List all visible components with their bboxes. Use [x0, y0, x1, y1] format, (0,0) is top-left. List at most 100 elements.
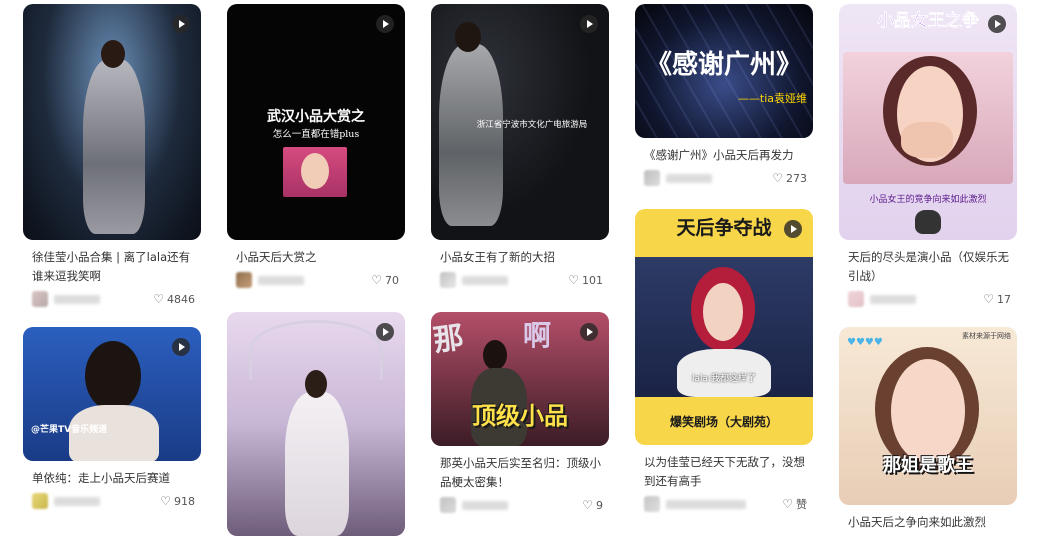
avatar[interactable] — [32, 291, 48, 307]
like-count[interactable]: ♡ 17 — [983, 292, 1011, 306]
video-thumbnail[interactable]: 素材来源于网络 ♥♥♥♥ 那姐是歌王 — [839, 327, 1017, 505]
hearts-decor: ♥♥♥♥ — [847, 337, 883, 348]
play-icon — [580, 323, 598, 341]
like-count[interactable]: ♡ 赞 — [782, 496, 807, 512]
video-card[interactable]: 那 啊 顶级小品 那英小品天后实至名归：顶级小品梗太密集！ ♡ 9 — [431, 312, 609, 515]
video-title[interactable]: 以为佳莹已经天下无敌了，没想到还有高手 — [635, 453, 813, 491]
video-thumbnail[interactable]: 天后争夺战 lala:我都这样了 爆笑剧场（大剧苑） — [635, 209, 813, 445]
hand-shape — [901, 122, 953, 158]
overlay-subtitle: 怎么一直都在错plus — [272, 129, 360, 140]
username[interactable] — [54, 294, 100, 304]
video-card[interactable]: @芒果TV音乐频道 单依纯：走上小品天后赛道 ♡ 918 — [23, 327, 201, 511]
avatar[interactable] — [440, 497, 456, 513]
play-icon — [376, 323, 394, 341]
video-thumbnail[interactable]: 小品女王之争 小品女王的竞争向来如此激烈 — [839, 4, 1017, 240]
video-thumbnail[interactable]: 那 啊 顶级小品 — [431, 312, 609, 446]
like-count[interactable]: ♡ 4846 — [153, 292, 195, 306]
video-title[interactable]: 单依纯：走上小品天后赛道 — [23, 469, 201, 488]
video-title[interactable]: 《感谢广州》小品天后再发力 — [635, 146, 813, 165]
video-title[interactable]: 那英小品天后实至名归：顶级小品梗太密集！ — [431, 454, 609, 492]
username[interactable] — [462, 275, 508, 285]
video-title[interactable]: 天后的尽头是演小品（仅娱乐无引战） — [839, 248, 1017, 286]
face-icon — [301, 153, 329, 189]
performer-head — [85, 341, 141, 411]
overlay-title: 顶级小品 — [472, 402, 568, 430]
play-icon — [172, 338, 190, 356]
performer-head — [305, 370, 327, 398]
username[interactable] — [462, 500, 508, 510]
video-title[interactable]: 小品天后大赏之 — [227, 248, 405, 267]
video-thumbnail[interactable]: 武汉小品大赏之 怎么一直都在错plus — [227, 4, 405, 240]
overlay-tag: 啊 — [522, 319, 551, 352]
heart-icon: ♡ — [160, 494, 171, 508]
video-thumbnail[interactable] — [227, 312, 405, 536]
overlay-bottom-title: 爆笑剧场（大剧苑） — [669, 415, 778, 429]
heart-icon: ♡ — [568, 273, 579, 287]
channel-logo: @芒果TV音乐频道 — [31, 425, 108, 435]
video-card[interactable]: 武汉小品大赏之 怎么一直都在错plus 小品天后大赏之 ♡ 70 — [227, 4, 405, 290]
heart-icon: ♡ — [371, 273, 382, 287]
performer-face — [703, 283, 743, 341]
performer-figure — [439, 44, 503, 226]
heart-icon: ♡ — [772, 171, 783, 185]
video-card[interactable]: 徐佳莹小品合集 | 离了lala还有谁来逗我笑啊 ♡ 4846 — [23, 4, 201, 309]
overlay-caption: 小品女王的竞争向来如此激烈 — [869, 195, 987, 205]
avatar[interactable] — [644, 496, 660, 512]
play-icon — [172, 15, 190, 33]
heart-icon: ♡ — [153, 292, 164, 306]
overlay-title: 《感谢广州》 — [645, 50, 802, 80]
face-inset — [283, 147, 347, 197]
username[interactable] — [870, 294, 916, 304]
video-title[interactable]: 小品天后之争向来如此激烈 — [839, 513, 1017, 532]
video-thumbnail[interactable]: 浙江省宁波市文化广电旅游局 — [431, 4, 609, 240]
overlay-title: 那姐是歌王 — [883, 455, 973, 476]
username[interactable] — [666, 499, 746, 509]
like-count[interactable]: ♡ 101 — [568, 273, 603, 287]
like-count[interactable]: ♡ 273 — [772, 171, 807, 185]
video-card[interactable]: 《感谢广州》 ——tia袁娅维 《感谢广州》小品天后再发力 ♡ 273 — [635, 4, 813, 188]
video-thumbnail[interactable] — [23, 4, 201, 240]
play-icon — [376, 15, 394, 33]
video-card[interactable] — [227, 312, 405, 536]
username[interactable] — [258, 275, 304, 285]
video-thumbnail[interactable]: @芒果TV音乐频道 — [23, 327, 201, 461]
heart-icon: ♡ — [582, 498, 593, 512]
video-card[interactable]: 浙江省宁波市文化广电旅游局 小品女王有了新的大招 ♡ 101 — [431, 4, 609, 290]
username[interactable] — [54, 496, 100, 506]
performer-figure — [285, 392, 349, 536]
avatar[interactable] — [32, 493, 48, 509]
cat-sticker — [915, 210, 941, 234]
video-card[interactable]: 小品女王之争 小品女王的竞争向来如此激烈 天后的尽头是演小品（仅娱乐无引战） ♡… — [839, 4, 1017, 309]
performer-head — [483, 340, 507, 370]
overlay-title: 武汉小品大赏之 — [267, 109, 365, 125]
overlay-corner: 素材来源于网络 — [962, 332, 1011, 340]
scene-image — [843, 52, 1013, 184]
avatar[interactable] — [848, 291, 864, 307]
username[interactable] — [666, 173, 712, 183]
like-count[interactable]: ♡ 918 — [160, 494, 195, 508]
performer-head — [455, 22, 481, 52]
heart-icon: ♡ — [782, 497, 793, 511]
video-thumbnail[interactable]: 《感谢广州》 ——tia袁娅维 — [635, 4, 813, 138]
scene-image: lala:我都这样了 — [635, 257, 813, 397]
video-title[interactable]: 小品女王有了新的大招 — [431, 248, 609, 267]
video-card[interactable]: 素材来源于网络 ♥♥♥♥ 那姐是歌王 小品天后之争向来如此激烈 — [839, 327, 1017, 532]
video-card[interactable]: 天后争夺战 lala:我都这样了 爆笑剧场（大剧苑） 以为佳莹已经天下无敌了，没… — [635, 209, 813, 514]
play-icon — [988, 15, 1006, 33]
overlay-subtitle: ——tia袁娅维 — [737, 92, 807, 105]
overlay-caption: lala:我都这样了 — [691, 374, 757, 384]
play-icon — [784, 220, 802, 238]
like-count[interactable]: ♡ 9 — [582, 498, 603, 512]
play-icon — [580, 15, 598, 33]
performer-head — [101, 40, 125, 68]
avatar[interactable] — [644, 170, 660, 186]
heart-icon: ♡ — [983, 292, 994, 306]
avatar[interactable] — [236, 272, 252, 288]
like-count[interactable]: ♡ 70 — [371, 273, 399, 287]
performer-face — [891, 359, 965, 463]
performer-figure — [83, 59, 145, 234]
overlay-tag: 那 — [431, 320, 466, 359]
avatar[interactable] — [440, 272, 456, 288]
overlay-caption: 浙江省宁波市文化广电旅游局 — [476, 120, 588, 130]
video-title[interactable]: 徐佳莹小品合集 | 离了lala还有谁来逗我笑啊 — [23, 248, 201, 286]
